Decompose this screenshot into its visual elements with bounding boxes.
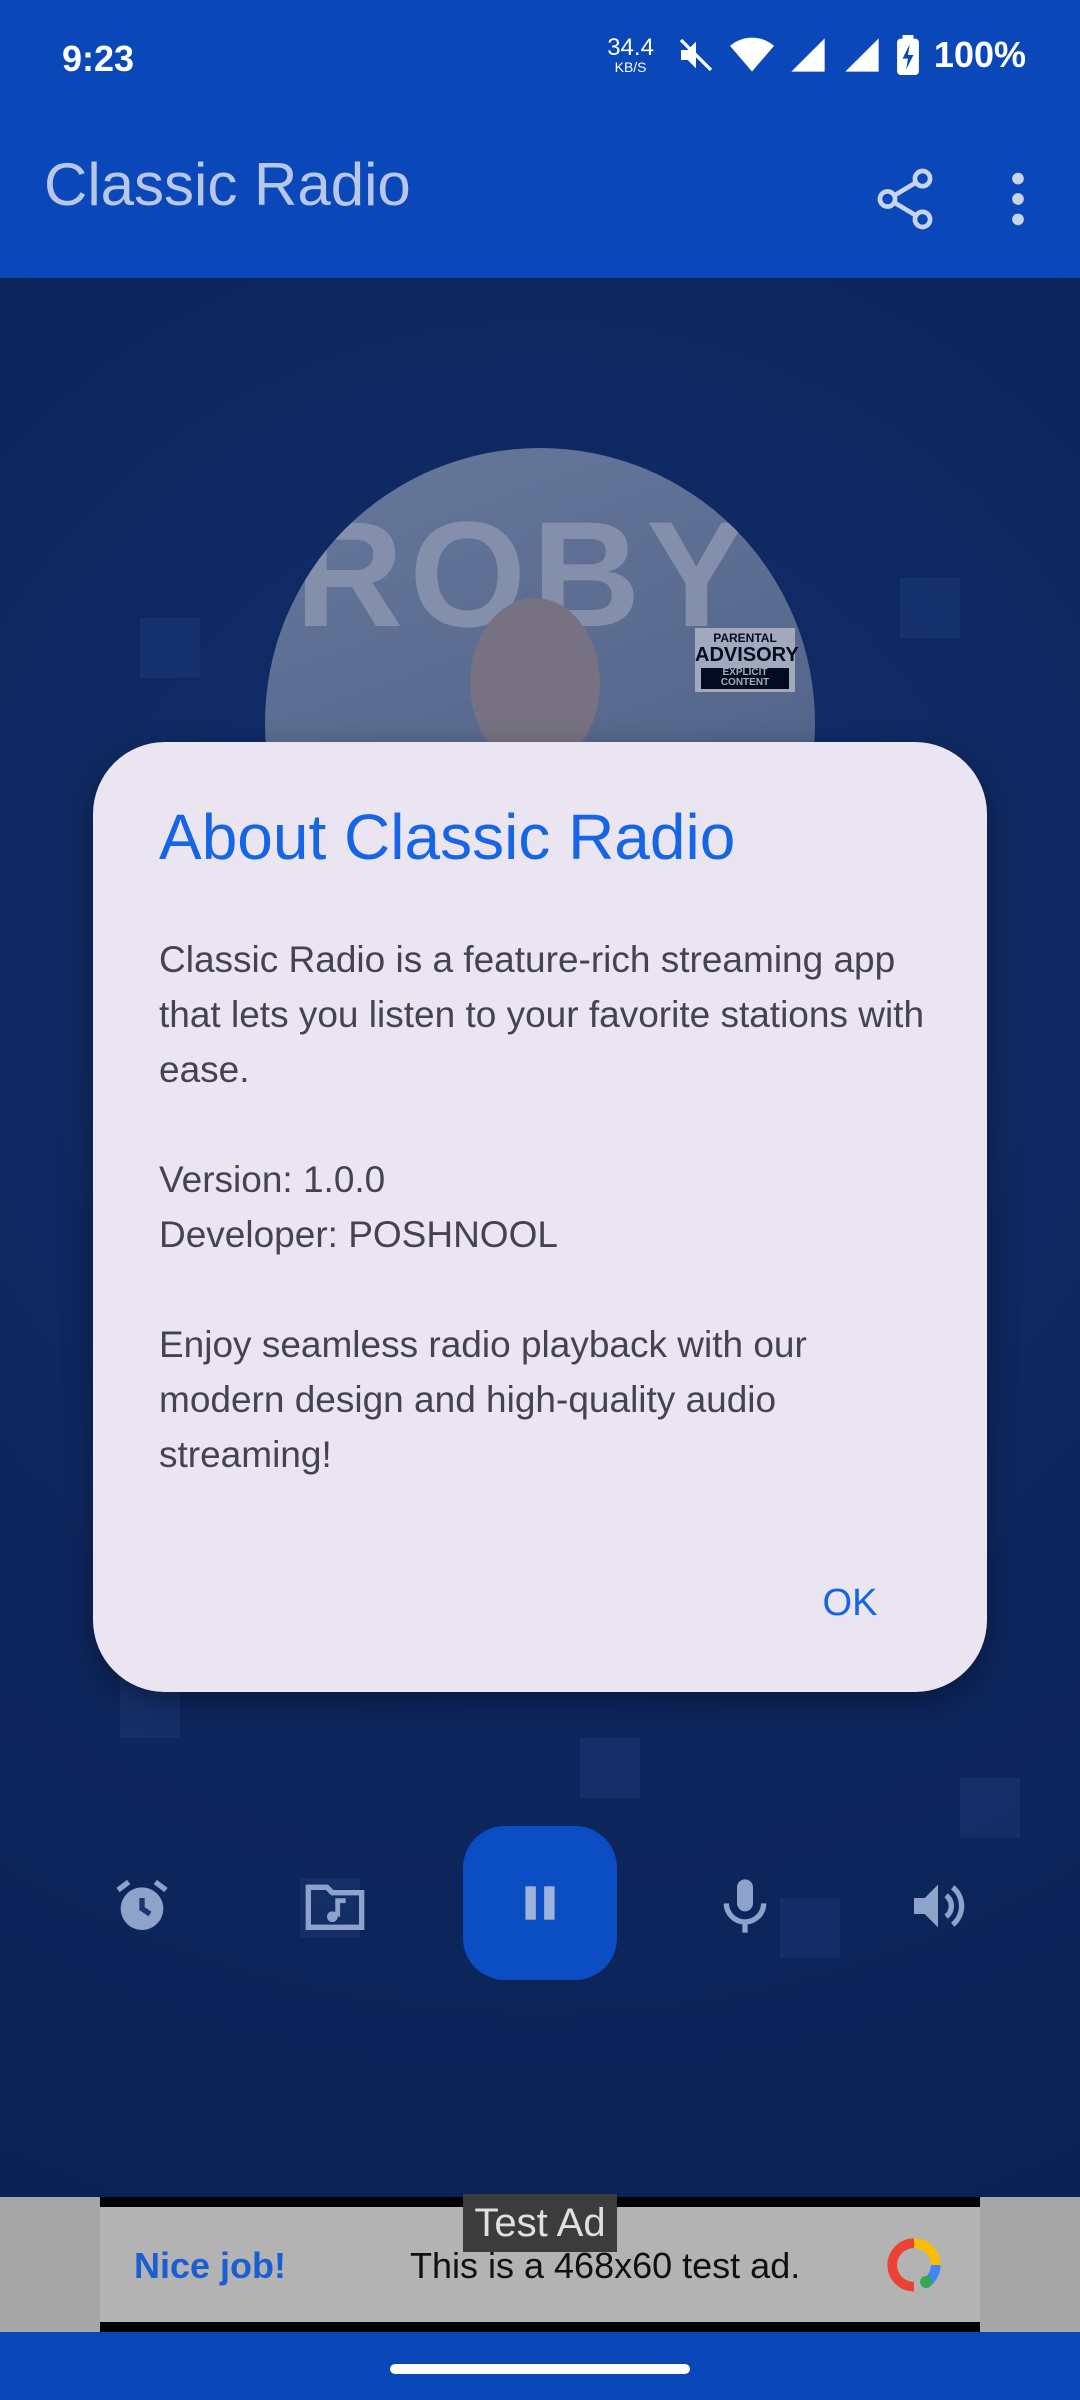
wifi-icon [729, 37, 774, 72]
home-indicator[interactable] [390, 2364, 690, 2374]
volume-button[interactable] [898, 1866, 978, 1946]
library-button[interactable] [295, 1866, 375, 1946]
battery-charging-icon [897, 35, 919, 75]
dialog-version: Version: 1.0.0 [159, 1159, 386, 1200]
dialog-title: About Classic Radio [159, 801, 736, 873]
ad-headline[interactable]: Nice job! [134, 2245, 286, 2287]
test-ad-badge: Test Ad [463, 2194, 617, 2252]
microphone-button[interactable] [705, 1866, 785, 1946]
ad-logo-icon [887, 2238, 941, 2292]
pause-button[interactable] [463, 1826, 617, 1980]
music-folder-icon [305, 1884, 365, 1930]
status-time: 9:23 [62, 38, 135, 79]
microphone-icon [723, 1879, 767, 1933]
app-title: Classic Radio [44, 151, 411, 218]
network-speed-value: 34.4 [607, 34, 654, 61]
status-icons: 34.4 KB/S 100% [607, 34, 1026, 76]
dialog-body: Classic Radio is a feature-rich streamin… [159, 932, 939, 1482]
signal-icon [791, 38, 825, 72]
battery-percent: 100% [933, 34, 1026, 75]
status-bar: 9:23 34.4 KB/S 100% [0, 0, 1080, 124]
share-button[interactable] [870, 164, 940, 234]
navigation-bar [0, 2332, 1080, 2400]
player-controls [0, 1826, 1080, 1980]
pause-icon [525, 1886, 555, 1920]
alarm-icon [116, 1879, 168, 1930]
app-bar: Classic Radio [0, 124, 1080, 278]
dialog-description: Classic Radio is a feature-rich streamin… [159, 939, 925, 1090]
signal-icon-2 [845, 38, 879, 72]
about-dialog: About Classic Radio Classic Radio is a f… [93, 742, 987, 1692]
sleep-timer-button[interactable] [102, 1866, 182, 1946]
network-speed-unit: KB/S [614, 59, 647, 75]
ok-button[interactable]: OK [785, 1558, 915, 1648]
more-options-button[interactable] [995, 164, 1041, 234]
dialog-developer: Developer: POSHNOOL [159, 1214, 558, 1255]
network-speed: 34.4 KB/S [607, 34, 654, 75]
dialog-tagline: Enjoy seamless radio playback with our m… [159, 1324, 807, 1475]
share-icon [877, 168, 933, 230]
mute-icon [679, 38, 713, 72]
more-vert-icon [1012, 172, 1024, 226]
volume-icon [914, 1884, 965, 1928]
